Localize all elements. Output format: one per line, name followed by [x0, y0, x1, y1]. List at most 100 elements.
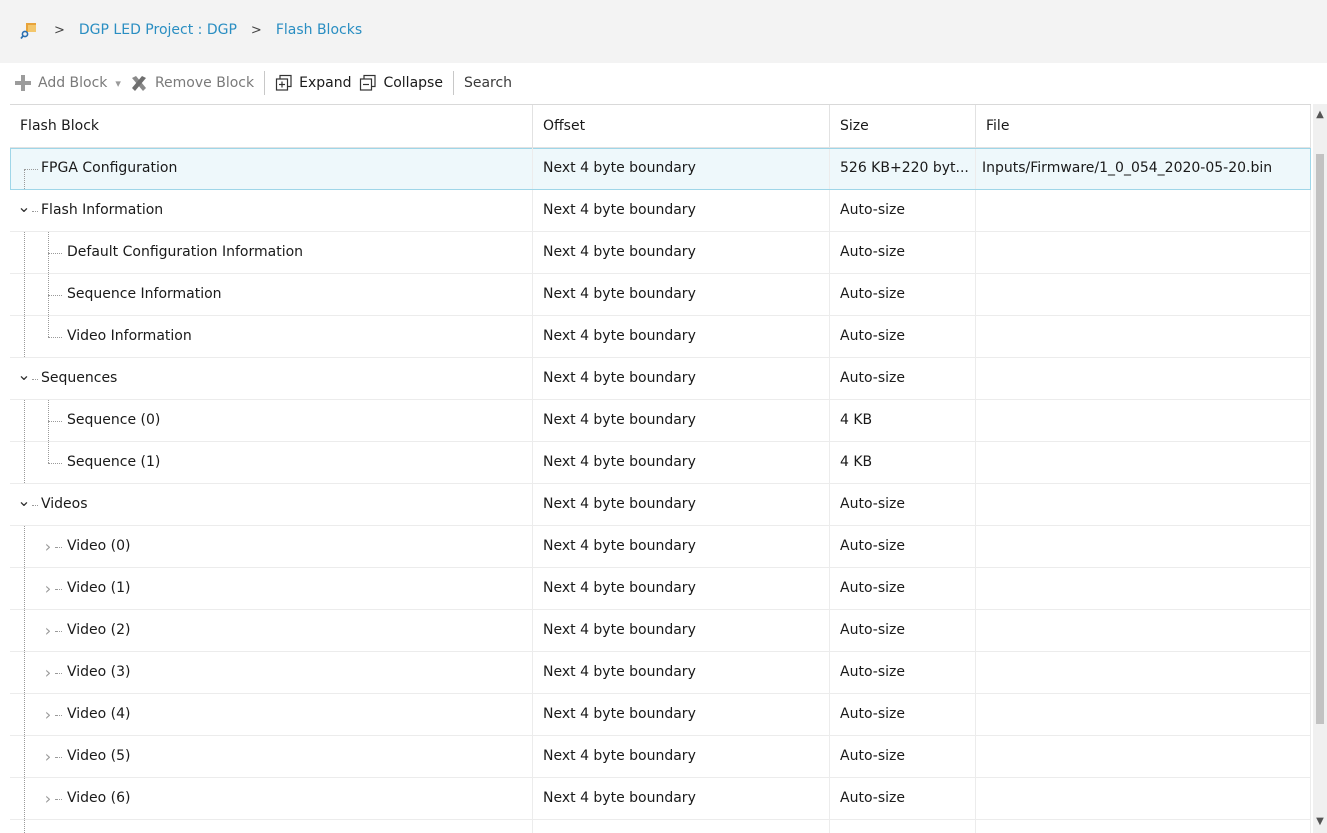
- chevron-down-icon[interactable]: ⌄: [17, 484, 31, 525]
- offset-cell[interactable]: Next 4 byte boundary: [533, 442, 830, 483]
- flash-block-cell[interactable]: Sequence (1): [10, 442, 533, 483]
- flash-block-cell[interactable]: Video Information: [10, 316, 533, 357]
- table-row[interactable]: FPGA Configuration Next 4 byte boundary 52…: [10, 148, 1311, 190]
- offset-cell[interactable]: Next 4 byte boundary: [533, 652, 830, 693]
- size-cell[interactable]: 4 KB: [830, 442, 976, 483]
- offset-cell[interactable]: Next 4 byte boundary: [533, 736, 830, 777]
- column-header-flash-block[interactable]: Flash Block: [10, 105, 533, 148]
- table-row[interactable]: › Video (2) Next 4 byte boundary Auto-size: [10, 610, 1311, 652]
- flash-block-cell[interactable]: ⌄ Videos: [10, 484, 533, 525]
- flash-block-cell[interactable]: › Video (2): [10, 610, 533, 651]
- file-cell[interactable]: [976, 232, 1311, 273]
- file-cell[interactable]: [976, 778, 1311, 819]
- file-cell[interactable]: [976, 526, 1311, 567]
- flash-block-cell[interactable]: › Video (5): [10, 736, 533, 777]
- table-row[interactable]: › Video (3) Next 4 byte boundary Auto-size: [10, 652, 1311, 694]
- size-cell[interactable]: Auto-size: [830, 484, 976, 525]
- table-row[interactable]: › Video (1) Next 4 byte boundary Auto-size: [10, 568, 1311, 610]
- size-cell[interactable]: Auto-size: [830, 358, 976, 399]
- chevron-down-icon[interactable]: ⌄: [17, 190, 31, 231]
- table-row[interactable]: Sequence Information Next 4 byte boundary…: [10, 274, 1311, 316]
- file-cell[interactable]: [976, 610, 1311, 651]
- chevron-down-icon[interactable]: ▾: [115, 77, 121, 90]
- offset-cell[interactable]: Next 4 byte boundary: [533, 274, 830, 315]
- flash-block-cell[interactable]: FPGA Configuration: [10, 148, 533, 189]
- chevron-right-icon[interactable]: ›: [41, 652, 55, 693]
- file-cell[interactable]: [976, 400, 1311, 441]
- file-cell[interactable]: [976, 442, 1311, 483]
- size-cell[interactable]: Auto-size: [830, 820, 976, 833]
- column-header-size[interactable]: Size: [830, 105, 976, 148]
- flash-block-cell[interactable]: Sequence (0): [10, 400, 533, 441]
- flash-block-cell[interactable]: › Video (1): [10, 568, 533, 609]
- scroll-down-icon[interactable]: ▼: [1313, 813, 1327, 831]
- size-cell[interactable]: Auto-size: [830, 694, 976, 735]
- breadcrumb-current-page[interactable]: Flash Blocks: [276, 22, 362, 38]
- chevron-right-icon[interactable]: ›: [41, 568, 55, 609]
- file-cell[interactable]: [976, 736, 1311, 777]
- table-row[interactable]: ⌄ Sequences Next 4 byte boundary Auto-size: [10, 358, 1311, 400]
- project-folder-icon[interactable]: [20, 21, 38, 40]
- size-cell[interactable]: 526 KB+220 byt...: [830, 148, 976, 189]
- offset-cell[interactable]: Next 4 byte boundary: [533, 484, 830, 525]
- column-header-offset[interactable]: Offset: [533, 105, 830, 148]
- size-cell[interactable]: Auto-size: [830, 652, 976, 693]
- size-cell[interactable]: Auto-size: [830, 274, 976, 315]
- vertical-scrollbar[interactable]: ▲ ▼: [1313, 104, 1327, 833]
- chevron-right-icon[interactable]: ›: [41, 778, 55, 819]
- table-row[interactable]: › Video (6) Next 4 byte boundary Auto-size: [10, 778, 1311, 820]
- flash-block-cell[interactable]: ⌄ Sequences: [10, 358, 533, 399]
- file-cell[interactable]: [976, 568, 1311, 609]
- offset-cell[interactable]: Next 4 byte boundary: [533, 148, 830, 189]
- size-cell[interactable]: Auto-size: [830, 316, 976, 357]
- table-row[interactable]: Sequence (1) Next 4 byte boundary 4 KB: [10, 442, 1311, 484]
- scroll-up-icon[interactable]: ▲: [1313, 106, 1327, 124]
- remove-block-button[interactable]: Remove Block: [125, 69, 258, 97]
- offset-cell[interactable]: Next 4 byte boundary: [533, 190, 830, 231]
- chevron-down-icon[interactable]: ⌄: [17, 358, 31, 399]
- table-row[interactable]: › Video (5) Next 4 byte boundary Auto-size: [10, 736, 1311, 778]
- flash-block-cell[interactable]: › Video (3): [10, 652, 533, 693]
- collapse-button[interactable]: Collapse: [355, 69, 447, 97]
- file-cell[interactable]: [976, 652, 1311, 693]
- breadcrumb-project-link[interactable]: DGP LED Project : DGP: [79, 22, 237, 38]
- offset-cell[interactable]: Next 4 byte boundary: [533, 778, 830, 819]
- offset-cell[interactable]: Next 4 byte boundary: [533, 232, 830, 273]
- offset-cell[interactable]: Next 4 byte boundary: [533, 610, 830, 651]
- flash-block-cell[interactable]: Sequence Information: [10, 274, 533, 315]
- add-block-button[interactable]: Add Block ▾: [10, 69, 125, 97]
- file-cell[interactable]: [976, 358, 1311, 399]
- offset-cell[interactable]: Next 4 byte boundary: [533, 820, 830, 833]
- offset-cell[interactable]: Next 4 byte boundary: [533, 526, 830, 567]
- offset-cell[interactable]: Next 4 byte boundary: [533, 694, 830, 735]
- file-cell[interactable]: [976, 316, 1311, 357]
- flash-block-cell[interactable]: › Video (7): [10, 820, 533, 833]
- flash-block-cell[interactable]: Default Configuration Information: [10, 232, 533, 273]
- expand-button[interactable]: Expand: [271, 69, 355, 97]
- offset-cell[interactable]: Next 4 byte boundary: [533, 358, 830, 399]
- file-cell[interactable]: [976, 190, 1311, 231]
- chevron-right-icon[interactable]: ›: [41, 736, 55, 777]
- size-cell[interactable]: 4 KB: [830, 400, 976, 441]
- flash-block-cell[interactable]: ⌄ Flash Information: [10, 190, 533, 231]
- search-input[interactable]: [459, 70, 840, 96]
- table-row[interactable]: Default Configuration Information Next 4 …: [10, 232, 1311, 274]
- flash-block-cell[interactable]: › Video (4): [10, 694, 533, 735]
- size-cell[interactable]: Auto-size: [830, 736, 976, 777]
- file-cell[interactable]: Inputs/Firmware/1_0_054_2020-05-20.bin: [976, 148, 1311, 189]
- chevron-right-icon[interactable]: ›: [41, 610, 55, 651]
- flash-block-cell[interactable]: › Video (0): [10, 526, 533, 567]
- chevron-right-icon[interactable]: ›: [41, 526, 55, 567]
- table-row[interactable]: › Video (4) Next 4 byte boundary Auto-size: [10, 694, 1311, 736]
- chevron-right-icon[interactable]: ›: [41, 820, 55, 833]
- size-cell[interactable]: Auto-size: [830, 526, 976, 567]
- file-cell[interactable]: [976, 274, 1311, 315]
- file-cell[interactable]: [976, 694, 1311, 735]
- size-cell[interactable]: Auto-size: [830, 568, 976, 609]
- table-row[interactable]: ⌄ Videos Next 4 byte boundary Auto-size: [10, 484, 1311, 526]
- file-cell[interactable]: [976, 484, 1311, 525]
- scrollbar-thumb[interactable]: [1316, 154, 1324, 724]
- table-row[interactable]: Sequence (0) Next 4 byte boundary 4 KB: [10, 400, 1311, 442]
- size-cell[interactable]: Auto-size: [830, 610, 976, 651]
- table-row[interactable]: ⌄ Flash Information Next 4 byte boundary Au…: [10, 190, 1311, 232]
